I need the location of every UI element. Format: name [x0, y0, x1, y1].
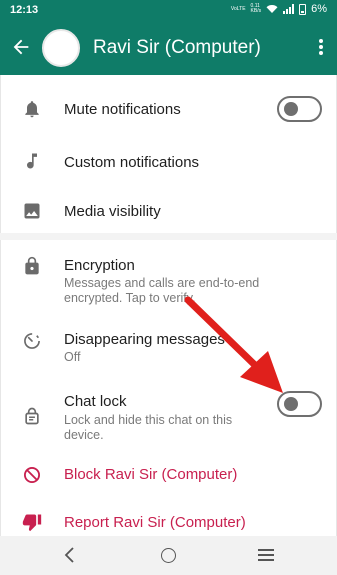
disappearing-messages-status: Off [64, 350, 81, 364]
report-contact-row[interactable]: Report Ravi Sir (Computer) [0, 506, 337, 536]
timer-icon [24, 333, 40, 349]
wifi-icon [266, 5, 278, 13]
status-indicators: VoLTE 0.11 KB/s 6% [231, 3, 327, 15]
net-speed-indicator: 0.11 KB/s [250, 3, 262, 14]
status-bar: 12:13 VoLTE 0.11 KB/s 6% [0, 0, 337, 20]
bell-icon [25, 101, 39, 118]
chat-lock-toggle[interactable] [277, 391, 322, 417]
block-contact-label: Block Ravi Sir (Computer) [64, 466, 238, 483]
report-contact-label: Report Ravi Sir (Computer) [64, 514, 246, 531]
media-visibility-label: Media visibility [64, 203, 161, 220]
encryption-description: Messages and calls are end-to-end encryp… [64, 276, 260, 305]
thumb-down-icon [22, 514, 42, 532]
battery-level: 6% [311, 3, 327, 15]
toggle-knob [284, 102, 298, 116]
toggle-knob [284, 397, 298, 411]
chat-info-header: Ravi Sir (Computer) [0, 20, 337, 75]
avatar[interactable] [42, 29, 80, 67]
more-vert-icon[interactable] [318, 39, 324, 57]
contact-name[interactable]: Ravi Sir (Computer) [93, 37, 261, 59]
disappearing-messages-row[interactable]: Disappearing messages Off [0, 320, 337, 368]
nav-back-icon[interactable] [62, 546, 78, 564]
music-note-icon [27, 153, 37, 169]
signal-icon [283, 4, 295, 14]
status-time: 12:13 [10, 4, 39, 16]
image-icon [24, 203, 40, 219]
custom-notifications-label: Custom notifications [64, 154, 200, 171]
chat-lock-label: Chat lock [64, 393, 127, 410]
encryption-label: Encryption [64, 257, 135, 274]
chat-lock-row[interactable]: Chat lock Lock and hide this chat on thi… [0, 384, 337, 448]
mute-notifications-label: Mute notifications [64, 101, 181, 118]
media-visibility-row[interactable]: Media visibility [0, 188, 337, 233]
nav-recents-icon[interactable] [258, 549, 274, 562]
custom-notifications-row[interactable]: Custom notifications [0, 138, 337, 186]
mute-notifications-row[interactable]: Mute notifications [0, 85, 337, 135]
section-divider [0, 233, 337, 240]
mute-notifications-toggle[interactable] [277, 96, 322, 122]
back-arrow-icon[interactable] [10, 36, 32, 58]
lock-icon [25, 256, 39, 275]
nav-home-icon[interactable] [161, 548, 176, 563]
block-icon [24, 467, 40, 483]
chat-lock-icon [25, 407, 39, 425]
chat-lock-description: Lock and hide this chat on this device. [64, 413, 233, 442]
battery-icon [299, 3, 307, 15]
block-contact-row[interactable]: Block Ravi Sir (Computer) [0, 458, 337, 492]
volte-indicator: VoLTE [230, 5, 246, 12]
system-nav-bar [0, 536, 337, 575]
disappearing-messages-label: Disappearing messages [64, 331, 225, 348]
encryption-row[interactable]: Encryption Messages and calls are end-to… [0, 246, 337, 308]
